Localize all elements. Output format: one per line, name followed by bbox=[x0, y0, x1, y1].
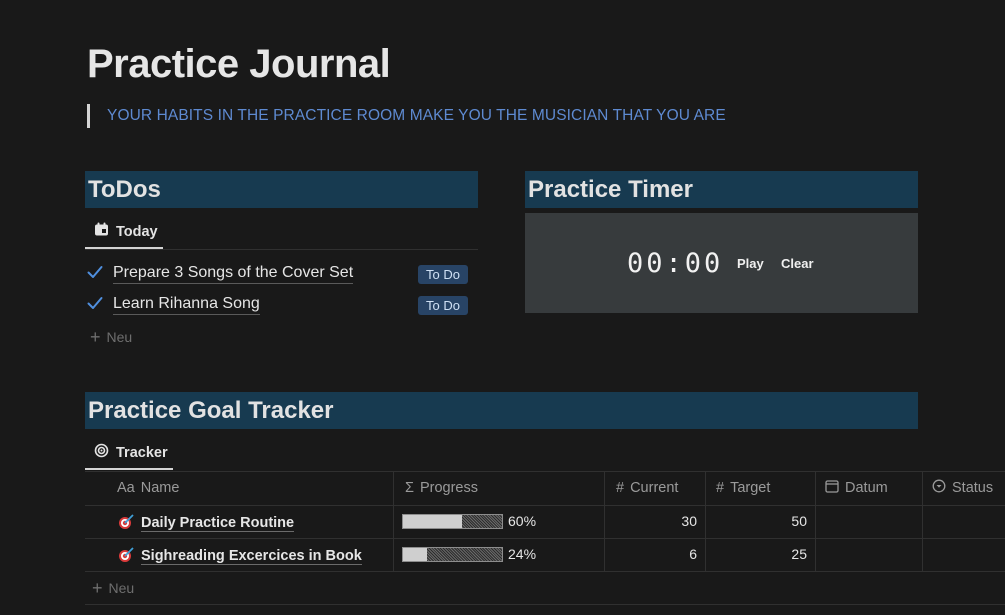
column-header-label: Status bbox=[952, 480, 994, 496]
column-divider bbox=[815, 471, 816, 571]
tab-tracker-label: Tracker bbox=[116, 444, 168, 461]
todos-tab-divider bbox=[85, 249, 478, 250]
play-button[interactable]: Play bbox=[737, 256, 764, 271]
progress-percent: 60% bbox=[508, 513, 537, 529]
column-header-label: Target bbox=[730, 480, 771, 496]
target-value[interactable]: 50 bbox=[747, 513, 807, 529]
text-type-icon: Aa bbox=[117, 480, 135, 496]
column-divider bbox=[604, 471, 605, 571]
target-dart-icon bbox=[118, 546, 135, 567]
quote-block: YOUR HABITS IN THE PRACTICE ROOM MAKE YO… bbox=[87, 104, 726, 128]
row-name-label[interactable]: Daily Practice Routine bbox=[141, 515, 295, 532]
timer-widget: 00:00 Play Clear bbox=[525, 213, 918, 313]
page-title: Practice Journal bbox=[87, 42, 391, 86]
target-icon bbox=[94, 443, 109, 462]
column-header-name[interactable]: Aa Name bbox=[117, 471, 179, 505]
table-rule bbox=[85, 604, 1005, 605]
target-value[interactable]: 25 bbox=[747, 546, 807, 562]
status-icon bbox=[932, 479, 946, 497]
column-divider bbox=[705, 471, 706, 571]
table-row-name[interactable]: Daily Practice Routine bbox=[118, 513, 295, 534]
todo-item[interactable]: Learn Rihanna Song To Do bbox=[87, 292, 472, 318]
todo-label[interactable]: Prepare 3 Songs of the Cover Set bbox=[113, 264, 354, 284]
tab-today[interactable]: Today bbox=[94, 222, 158, 241]
calendar-icon bbox=[825, 479, 839, 497]
target-dart-icon bbox=[118, 513, 135, 534]
number-icon: # bbox=[616, 480, 625, 496]
checkmark-icon[interactable] bbox=[87, 264, 105, 284]
current-value[interactable]: 30 bbox=[637, 513, 697, 529]
column-header-status[interactable]: Status bbox=[932, 471, 993, 505]
plus-icon: + bbox=[92, 578, 103, 598]
todo-label[interactable]: Learn Rihanna Song bbox=[113, 295, 260, 315]
number-icon: # bbox=[716, 480, 725, 496]
current-value[interactable]: 6 bbox=[637, 546, 697, 562]
plus-icon: + bbox=[90, 327, 101, 347]
progress-bar-fill bbox=[403, 548, 427, 561]
table-rule bbox=[85, 571, 1005, 572]
todos-new-button[interactable]: + Neu bbox=[90, 327, 133, 347]
todos-new-label: Neu bbox=[106, 329, 133, 345]
row-name-label[interactable]: Sighreading Excercices in Book bbox=[141, 548, 362, 565]
column-header-progress[interactable]: Σ Progress bbox=[405, 471, 478, 505]
column-divider bbox=[922, 471, 923, 571]
tracker-new-button[interactable]: + Neu bbox=[92, 578, 135, 598]
tracker-new-label: Neu bbox=[108, 580, 135, 596]
column-header-label: Current bbox=[630, 480, 679, 496]
column-header-label: Datum bbox=[845, 480, 888, 496]
progress-bar bbox=[402, 547, 503, 562]
column-divider bbox=[393, 471, 394, 571]
todos-heading: ToDos bbox=[85, 171, 478, 208]
checkmark-icon[interactable] bbox=[87, 295, 105, 315]
table-row-name[interactable]: Sighreading Excercices in Book bbox=[118, 546, 362, 567]
column-header-datum[interactable]: Datum bbox=[825, 471, 888, 505]
column-header-label: Name bbox=[140, 480, 180, 496]
tracker-heading: Practice Goal Tracker bbox=[85, 392, 918, 429]
column-header-target[interactable]: # Target bbox=[716, 471, 770, 505]
tab-today-label: Today bbox=[116, 223, 158, 240]
column-header-label: Progress bbox=[419, 480, 478, 496]
todo-item[interactable]: Prepare 3 Songs of the Cover Set To Do bbox=[87, 261, 472, 287]
formula-icon: Σ bbox=[405, 480, 414, 496]
timer-display: 00:00 bbox=[627, 248, 724, 279]
tab-tracker-underline bbox=[85, 468, 173, 470]
column-header-current[interactable]: # Current bbox=[616, 471, 678, 505]
table-rule bbox=[85, 538, 1005, 539]
clear-button[interactable]: Clear bbox=[781, 256, 814, 271]
timer-heading: Practice Timer bbox=[525, 171, 918, 208]
progress-bar-fill bbox=[403, 515, 463, 528]
tab-tracker[interactable]: Tracker bbox=[94, 443, 168, 462]
progress-percent: 24% bbox=[508, 546, 537, 562]
progress-bar bbox=[402, 514, 503, 529]
calendar-icon bbox=[94, 222, 109, 241]
table-rule bbox=[85, 505, 1005, 506]
status-badge: To Do bbox=[418, 295, 468, 315]
status-badge: To Do bbox=[418, 264, 468, 284]
